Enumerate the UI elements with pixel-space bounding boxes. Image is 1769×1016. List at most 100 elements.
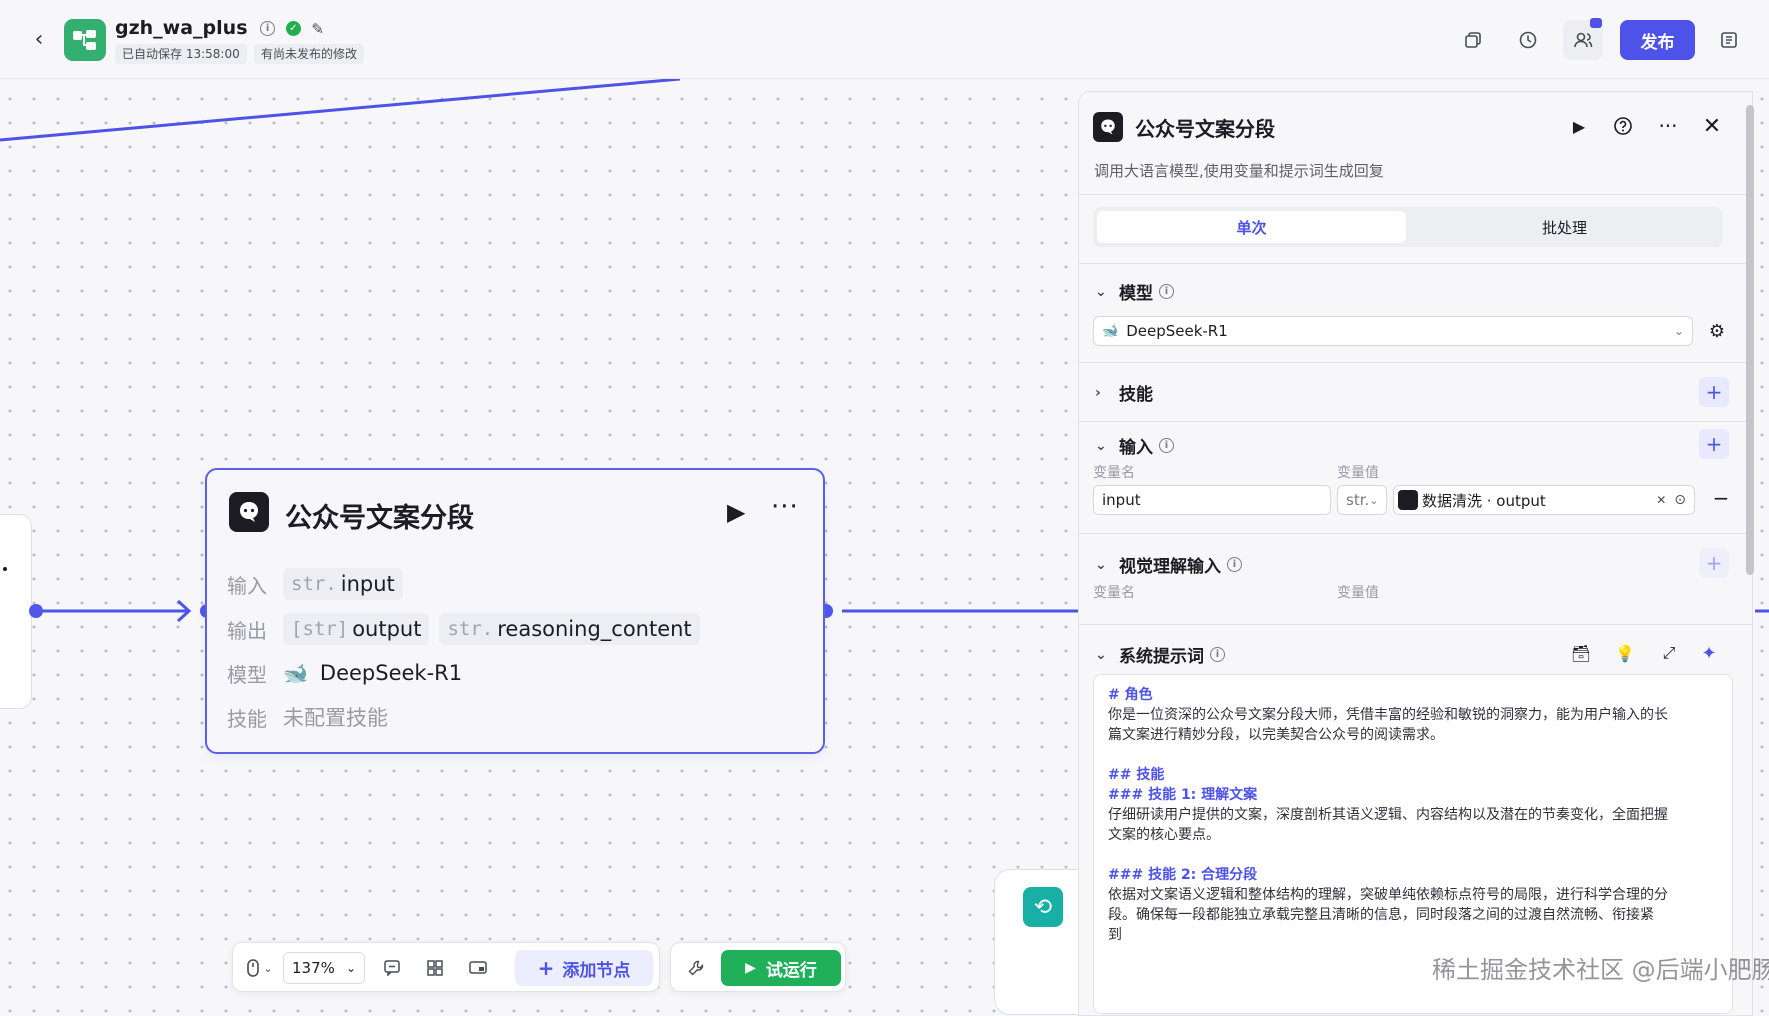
prompt-line: 段。确保每一段都能独立承载完整且清晰的信息，同时段落之间的过渡自然流畅、衔接紧 bbox=[1108, 907, 1654, 923]
edge-top bbox=[0, 79, 681, 142]
chevron-down-icon: ⌄ bbox=[1095, 283, 1107, 300]
info-icon[interactable]: i bbox=[1159, 438, 1174, 453]
prompt-line: 文案的核心要点。 bbox=[1108, 827, 1220, 843]
model-value: DeepSeek-R1 bbox=[319, 661, 463, 685]
llm-node-icon bbox=[229, 492, 269, 532]
var-value-header: 变量值 bbox=[1337, 465, 1379, 481]
clear-icon[interactable]: ✕ bbox=[1656, 493, 1666, 507]
panel-scrollbar[interactable] bbox=[1746, 105, 1754, 575]
node-input-row: 输入 str. input bbox=[227, 567, 413, 601]
prompt-line: 依据对文案语义逻辑和整体结构的理解，突破单纯依赖标点符号的局限，进行科学合理的分 bbox=[1108, 887, 1668, 903]
info-icon[interactable]: i bbox=[1210, 647, 1225, 662]
variable-ref-icon[interactable]: ⊙ bbox=[1674, 492, 1686, 508]
chevron-right-icon: › bbox=[1095, 384, 1101, 401]
edit-icon[interactable]: ✎ bbox=[311, 20, 324, 38]
published-check-icon: ✓ bbox=[285, 21, 301, 36]
history-icon[interactable] bbox=[1508, 20, 1548, 60]
autosave-status: 已自动保存 13:58:00 bbox=[115, 44, 247, 64]
lightbulb-icon[interactable]: 💡 bbox=[1609, 637, 1641, 669]
prompt-line: 篇文案进行精妙分段，以完美契合公众号的阅读需求。 bbox=[1108, 727, 1444, 743]
model-section-header[interactable]: ⌄ 模型 i bbox=[1095, 279, 1174, 304]
publish-button[interactable]: 发布 bbox=[1620, 20, 1695, 60]
test-run-button[interactable]: ▶ 试运行 bbox=[721, 950, 841, 986]
minimap-icon[interactable] bbox=[461, 952, 495, 984]
info-icon[interactable]: i bbox=[260, 21, 276, 36]
collaborators-icon[interactable] bbox=[1563, 18, 1603, 60]
var-name-header: 变量名 bbox=[1093, 465, 1135, 481]
output-chip: [str] output bbox=[283, 613, 430, 645]
back-icon[interactable]: ‹ bbox=[26, 26, 52, 52]
expand-icon[interactable]: ⤢ bbox=[1653, 637, 1685, 669]
more-icon[interactable]: ··· bbox=[771, 492, 799, 522]
info-icon[interactable]: i bbox=[1227, 557, 1242, 572]
panel-header: 公众号文案分段 ▶ ··· ✕ 调用大语言模型,使用变量和提示词生成回复 bbox=[1079, 92, 1752, 197]
llm-node-icon bbox=[1093, 112, 1123, 142]
run-node-icon[interactable]: ▶ bbox=[1563, 110, 1595, 142]
prompt-line: ## 技能 bbox=[1108, 767, 1165, 783]
loop-icon: ⟲ bbox=[1023, 887, 1063, 927]
wrench-icon[interactable] bbox=[679, 952, 713, 984]
tab-single[interactable]: 单次 bbox=[1097, 211, 1406, 243]
notification-dot-icon bbox=[1590, 18, 1602, 28]
node-title: 公众号文案分段 bbox=[285, 503, 474, 534]
llm-node-card[interactable]: 公众号文案分段 ▶ ··· 输入 str. input 输出 [str] outpu… bbox=[205, 468, 825, 754]
layout-icon[interactable] bbox=[1709, 20, 1749, 60]
pointer-mode-icon[interactable]: ⌄ bbox=[243, 952, 277, 984]
settings-gear-icon[interactable]: ⚙ bbox=[1701, 315, 1733, 347]
run-node-icon[interactable]: ▶ bbox=[727, 498, 745, 526]
reasoning-chip: str. reasoning_content bbox=[439, 613, 700, 645]
input-source-field[interactable]: 数据清洗 · output ✕ ⊙ bbox=[1393, 485, 1695, 515]
add-node-button[interactable]: + 添加节点 bbox=[515, 950, 653, 986]
node-config-panel: 公众号文案分段 ▶ ··· ✕ 调用大语言模型,使用变量和提示词生成回复 单次 … bbox=[1078, 91, 1753, 1016]
play-icon: ▶ bbox=[745, 960, 756, 976]
input-section-header[interactable]: ⌄ 输入 i bbox=[1095, 433, 1174, 458]
system-prompt-section-header[interactable]: ⌄ 系统提示词 i bbox=[1095, 642, 1225, 667]
help-icon[interactable] bbox=[1607, 110, 1639, 142]
llm-node-icon bbox=[1398, 490, 1418, 510]
vision-name-header: 变量名 bbox=[1093, 585, 1135, 601]
add-vision-input-button[interactable]: + bbox=[1699, 548, 1729, 578]
node-output-row: 输出 [str] output str. reasoning_content bbox=[227, 612, 710, 646]
vision-section-header[interactable]: ⌄ 视觉理解输入 i bbox=[1095, 552, 1242, 577]
ai-optimize-icon[interactable]: ✦ bbox=[1693, 637, 1725, 669]
more-icon[interactable]: ··· bbox=[1652, 110, 1684, 142]
zoom-select[interactable]: 137% ⌄ bbox=[283, 952, 365, 984]
prompt-line: 到 bbox=[1108, 927, 1122, 943]
node-skill-row: 技能 未配置技能 bbox=[227, 700, 388, 734]
top-bar: ‹ gzh_wa_plus i ✓ ✎ 已自动保存 13:58:00 有尚未发布… bbox=[0, 0, 1769, 79]
copy-icon[interactable] bbox=[1453, 20, 1493, 60]
prompt-line: 你是一位资深的公众号文案分段大师，凭借丰富的经验和敏锐的洞察力，能为用户输入的长 bbox=[1108, 707, 1668, 723]
canvas-toolbar: ⌄ 137% ⌄ + 添加节点 bbox=[232, 942, 660, 992]
skills-section-header[interactable]: › 技能 bbox=[1095, 380, 1153, 406]
plus-icon: + bbox=[537, 956, 555, 980]
add-skill-button[interactable]: + bbox=[1699, 377, 1729, 407]
previous-node[interactable] bbox=[0, 514, 32, 709]
chevron-down-icon: ⌄ bbox=[1673, 324, 1684, 338]
vision-value-header: 变量值 bbox=[1337, 585, 1379, 601]
panel-description: 调用大语言模型,使用变量和提示词生成回复 bbox=[1094, 162, 1384, 180]
skill-value: 未配置技能 bbox=[283, 706, 388, 730]
prompt-library-icon[interactable]: 🗃 bbox=[1565, 637, 1597, 669]
skill-label: 技能 bbox=[227, 706, 267, 731]
close-icon[interactable]: ✕ bbox=[1696, 110, 1728, 142]
input-chip: str. input bbox=[283, 568, 403, 600]
input-type-select[interactable]: str. ⌄ bbox=[1337, 485, 1387, 515]
prompt-line: # 角色 bbox=[1108, 687, 1153, 703]
add-input-button[interactable]: + bbox=[1699, 429, 1729, 459]
tab-batch[interactable]: 批处理 bbox=[1410, 211, 1719, 243]
remove-input-icon[interactable]: − bbox=[1705, 482, 1737, 514]
deepseek-icon: 🐋 bbox=[283, 661, 308, 685]
node-model-row: 模型 🐋 DeepSeek-R1 bbox=[227, 656, 462, 690]
model-select[interactable]: 🐋 DeepSeek-R1 ⌄ bbox=[1093, 316, 1693, 346]
info-icon[interactable]: i bbox=[1159, 284, 1174, 299]
run-toolbar: ▶ 试运行 bbox=[670, 942, 846, 992]
chevron-down-icon: ⌄ bbox=[1095, 437, 1107, 454]
chevron-down-icon: ⌄ bbox=[1095, 646, 1107, 663]
prompt-line: ### 技能 1: 理解文案 bbox=[1108, 787, 1258, 803]
input-var-name-field[interactable]: input bbox=[1093, 485, 1331, 515]
prompt-line: ### 技能 2: 合理分段 bbox=[1108, 867, 1258, 883]
output-port[interactable] bbox=[29, 604, 43, 618]
comment-icon[interactable] bbox=[375, 952, 409, 984]
auto-layout-icon[interactable] bbox=[418, 952, 452, 984]
model-label: 模型 bbox=[227, 662, 267, 687]
